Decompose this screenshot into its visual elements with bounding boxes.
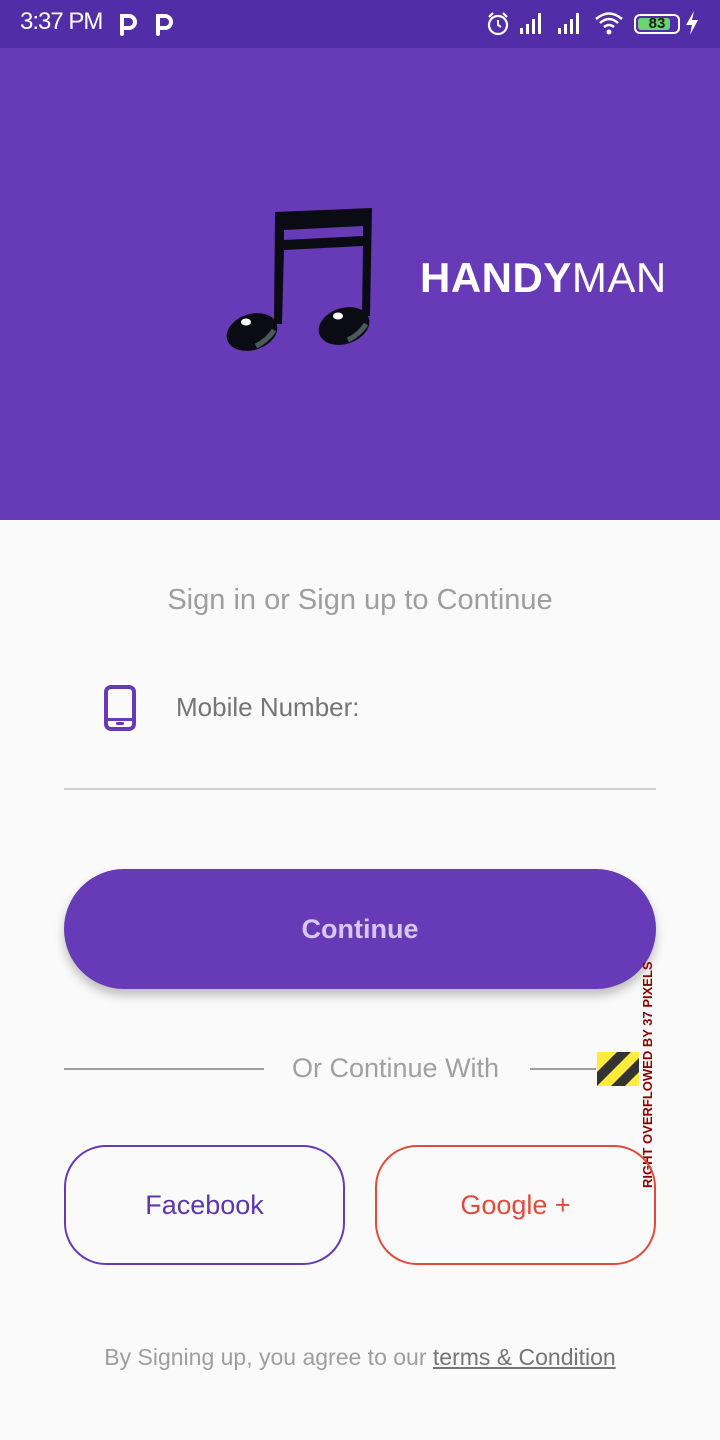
brand-regular: MAN [571, 254, 667, 301]
google-plus-button[interactable]: Google + [375, 1145, 656, 1265]
mobile-number-field[interactable]: Mobile Number: [176, 692, 360, 723]
overflow-warning-text: RIGHT OVERFLOWED BY 37 PIXELS [640, 961, 655, 1188]
music-note-icon [226, 208, 372, 351]
divider-line-left [64, 1068, 264, 1070]
signal-icon [520, 13, 541, 34]
app-brand: HANDYMAN [420, 254, 667, 302]
signin-screen: 3:37 PM 83 HANDYMAN Sign in or Sign up t… [0, 0, 720, 1440]
divider-line-right [530, 1068, 596, 1070]
charging-icon [686, 11, 698, 35]
mobile-field-underline [64, 788, 656, 790]
brand-bold: HANDY [420, 254, 572, 301]
wifi-icon [595, 12, 623, 35]
battery-level: 83 [648, 15, 666, 32]
status-icons: 83 [486, 10, 706, 38]
continue-button[interactable]: Continue [64, 869, 656, 989]
or-continue-with-label: Or Continue With [292, 1053, 500, 1083]
terms-prefix: By Signing up, you agree to our [104, 1344, 433, 1370]
p-icon [156, 14, 173, 36]
signal-icon [558, 13, 579, 34]
facebook-button[interactable]: Facebook [64, 1145, 345, 1265]
alarm-icon [487, 12, 509, 36]
terms-notice: By Signing up, you agree to our terms & … [0, 1344, 720, 1371]
status-bar: 3:37 PM 83 [0, 0, 720, 48]
smartphone-icon [104, 685, 136, 731]
p-icon [120, 14, 137, 36]
battery-icon: 83 [634, 14, 680, 34]
overflow-warning-stripe [597, 1052, 639, 1086]
header-banner: HANDYMAN [0, 48, 720, 520]
terms-link[interactable]: terms & Condition [433, 1344, 616, 1370]
signin-subtitle: Sign in or Sign up to Continue [167, 584, 553, 616]
status-time: 3:37 PM [20, 8, 103, 35]
